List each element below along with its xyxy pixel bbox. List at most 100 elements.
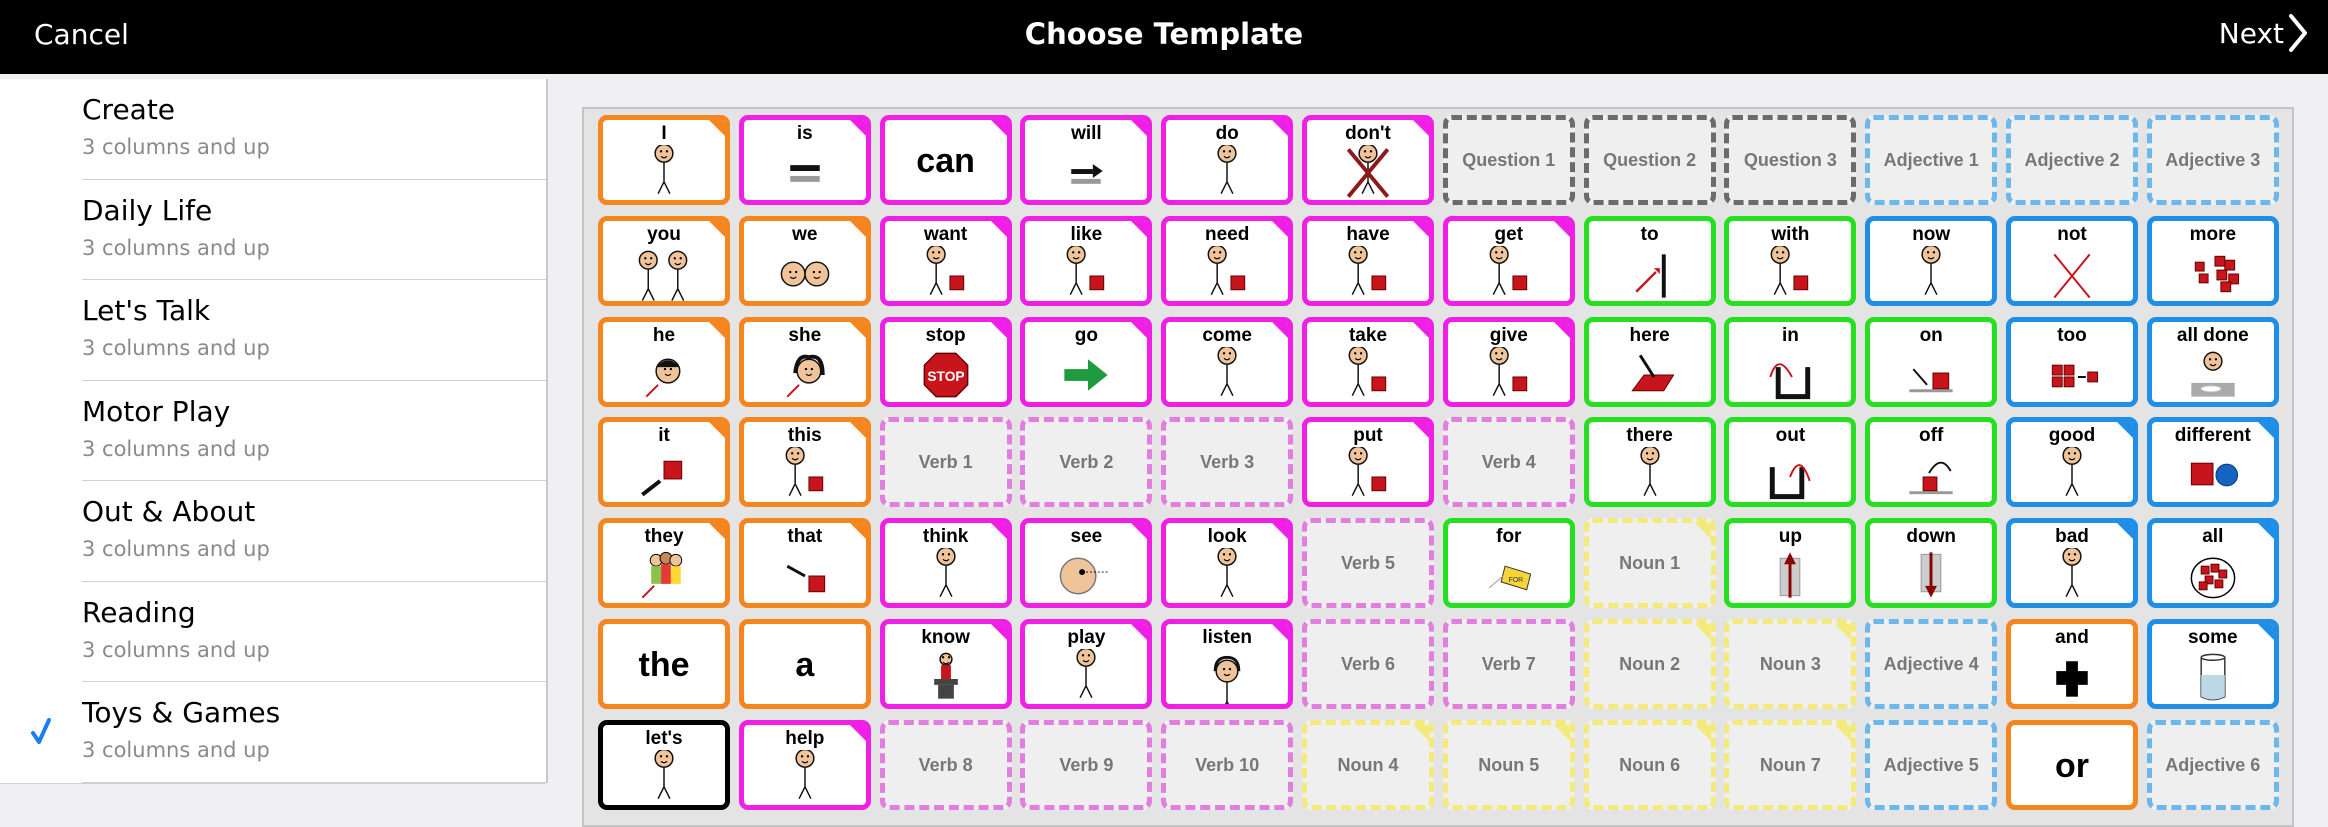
word-tile[interactable]: they bbox=[598, 518, 730, 609]
placeholder-tile[interactable]: Verb 1 bbox=[879, 417, 1012, 508]
word-tile[interactable]: think bbox=[879, 518, 1012, 609]
placeholder-tile[interactable]: Verb 8 bbox=[879, 719, 1012, 810]
word-tile[interactable]: there bbox=[1583, 417, 1716, 508]
placeholder-tile[interactable]: Verb 5 bbox=[1302, 518, 1434, 609]
word-tile[interactable]: good bbox=[2006, 417, 2138, 508]
placeholder-tile[interactable]: Adjective 6 bbox=[2146, 719, 2279, 810]
cancel-button[interactable]: Cancel bbox=[34, 18, 129, 51]
word-tile[interactable]: she bbox=[738, 316, 871, 407]
placeholder-tile[interactable]: Noun 2 bbox=[1583, 619, 1716, 709]
word-tile[interactable]: down bbox=[1865, 518, 1998, 609]
template-list-item[interactable]: Let's Talk 3 columns and up bbox=[0, 280, 546, 381]
word-tile[interactable]: more bbox=[2146, 215, 2279, 306]
word-tile[interactable]: do bbox=[1161, 115, 1294, 205]
placeholder-tile[interactable]: Noun 3 bbox=[1724, 619, 1857, 709]
placeholder-tile[interactable]: Adjective 5 bbox=[1865, 719, 1998, 810]
placeholder-tile[interactable]: Verb 4 bbox=[1442, 417, 1575, 508]
word-tile[interactable]: with bbox=[1724, 215, 1857, 306]
template-list-item[interactable]: Create 3 columns and up bbox=[0, 79, 546, 180]
placeholder-tile[interactable]: Verb 9 bbox=[1020, 719, 1153, 810]
tile-symbol bbox=[744, 148, 866, 198]
word-tile[interactable]: all done bbox=[2146, 316, 2279, 407]
word-tile[interactable]: out bbox=[1724, 417, 1857, 508]
tile-label: play bbox=[1067, 627, 1106, 648]
word-tile[interactable]: don't bbox=[1302, 115, 1434, 205]
word-tile[interactable]: the bbox=[598, 619, 730, 709]
template-list-item[interactable]: Toys & Games 3 columns and up bbox=[0, 682, 546, 783]
placeholder-tile[interactable]: Noun 4 bbox=[1302, 719, 1434, 810]
template-list-item[interactable]: Reading 3 columns and up bbox=[0, 582, 546, 682]
word-tile[interactable]: here bbox=[1583, 316, 1716, 407]
placeholder-tile[interactable]: Adjective 3 bbox=[2146, 115, 2279, 205]
tile-label: can bbox=[916, 142, 975, 180]
word-tile[interactable]: all bbox=[2146, 518, 2279, 609]
arrow-to-line-icon bbox=[1634, 254, 1666, 298]
word-tile[interactable]: need bbox=[1161, 215, 1294, 306]
placeholder-tile[interactable]: Question 3 bbox=[1724, 115, 1857, 205]
word-tile[interactable]: come bbox=[1161, 316, 1294, 407]
word-tile[interactable]: bad bbox=[2006, 518, 2138, 609]
placeholder-tile[interactable]: Noun 6 bbox=[1583, 719, 1716, 810]
word-tile[interactable]: can bbox=[879, 115, 1012, 205]
word-tile[interactable]: he bbox=[598, 316, 730, 407]
word-tile[interactable]: up bbox=[1724, 518, 1857, 609]
placeholder-tile[interactable]: Noun 5 bbox=[1442, 719, 1575, 810]
word-tile[interactable]: help bbox=[738, 719, 871, 810]
word-tile[interactable]: a bbox=[738, 619, 871, 709]
word-tile[interactable]: listen bbox=[1161, 619, 1294, 709]
next-button[interactable]: Next bbox=[2219, 13, 2308, 53]
word-tile[interactable]: that bbox=[738, 518, 871, 609]
word-tile[interactable]: play bbox=[1020, 619, 1153, 709]
word-tile[interactable]: we bbox=[738, 215, 871, 306]
template-list-item[interactable]: Out & About 3 columns and up bbox=[0, 481, 546, 582]
word-tile[interactable]: I bbox=[598, 115, 730, 205]
word-tile[interactable]: off bbox=[1865, 417, 1998, 508]
word-tile[interactable]: in bbox=[1724, 316, 1857, 407]
template-list-item[interactable]: Daily Life 3 columns and up bbox=[0, 180, 546, 280]
word-tile[interactable]: some bbox=[2146, 619, 2279, 709]
placeholder-tile[interactable]: Adjective 1 bbox=[1865, 115, 1998, 205]
tile-label: more bbox=[2189, 223, 2237, 245]
word-tile[interactable]: this bbox=[738, 417, 871, 508]
word-tile[interactable]: will bbox=[1020, 115, 1153, 205]
placeholder-tile[interactable]: Noun 7 bbox=[1724, 719, 1857, 810]
word-tile[interactable]: let's bbox=[598, 719, 730, 810]
word-tile[interactable]: look bbox=[1161, 518, 1294, 609]
word-tile[interactable]: know bbox=[879, 619, 1012, 709]
placeholder-tile[interactable]: Verb 7 bbox=[1442, 619, 1575, 709]
group-of-people-icon bbox=[641, 552, 683, 599]
word-tile[interactable]: stop STOP bbox=[879, 316, 1012, 407]
word-tile[interactable]: go bbox=[1020, 316, 1153, 407]
word-tile[interactable]: put bbox=[1302, 417, 1434, 508]
word-tile[interactable]: see bbox=[1020, 518, 1153, 609]
word-tile[interactable]: on bbox=[1865, 316, 1998, 407]
word-tile[interactable]: to bbox=[1583, 215, 1716, 306]
word-tile[interactable]: and bbox=[2006, 619, 2138, 709]
word-tile[interactable]: for FOR bbox=[1442, 518, 1575, 609]
word-tile[interactable]: now bbox=[1865, 215, 1998, 306]
word-tile[interactable]: or bbox=[2006, 719, 2138, 810]
word-tile[interactable]: take bbox=[1302, 316, 1434, 407]
word-tile[interactable]: give bbox=[1442, 316, 1575, 407]
word-tile[interactable]: want bbox=[879, 215, 1012, 306]
word-tile[interactable]: have bbox=[1302, 215, 1434, 306]
word-tile[interactable]: like bbox=[1020, 215, 1153, 306]
placeholder-tile[interactable]: Question 1 bbox=[1442, 115, 1575, 205]
word-tile[interactable]: too bbox=[2006, 316, 2138, 407]
placeholder-tile[interactable]: Verb 10 bbox=[1161, 719, 1294, 810]
placeholder-tile[interactable]: Verb 2 bbox=[1020, 417, 1153, 508]
placeholder-tile[interactable]: Noun 1 bbox=[1583, 518, 1716, 609]
placeholder-tile[interactable]: Verb 6 bbox=[1302, 619, 1434, 709]
word-tile[interactable]: not bbox=[2006, 215, 2138, 306]
placeholder-tile[interactable]: Question 2 bbox=[1583, 115, 1716, 205]
word-tile[interactable]: get bbox=[1442, 215, 1575, 306]
word-tile[interactable]: you bbox=[598, 215, 730, 306]
word-tile[interactable]: is bbox=[738, 115, 871, 205]
placeholder-tile[interactable]: Verb 3 bbox=[1161, 417, 1294, 508]
template-list-item[interactable]: Motor Play 3 columns and up bbox=[0, 381, 546, 481]
placeholder-tile[interactable]: Adjective 4 bbox=[1865, 619, 1998, 709]
word-tile[interactable]: it bbox=[598, 417, 730, 508]
placeholder-tile[interactable]: Adjective 2 bbox=[2006, 115, 2138, 205]
tile-label: let's bbox=[645, 727, 683, 749]
word-tile[interactable]: different bbox=[2146, 417, 2279, 508]
